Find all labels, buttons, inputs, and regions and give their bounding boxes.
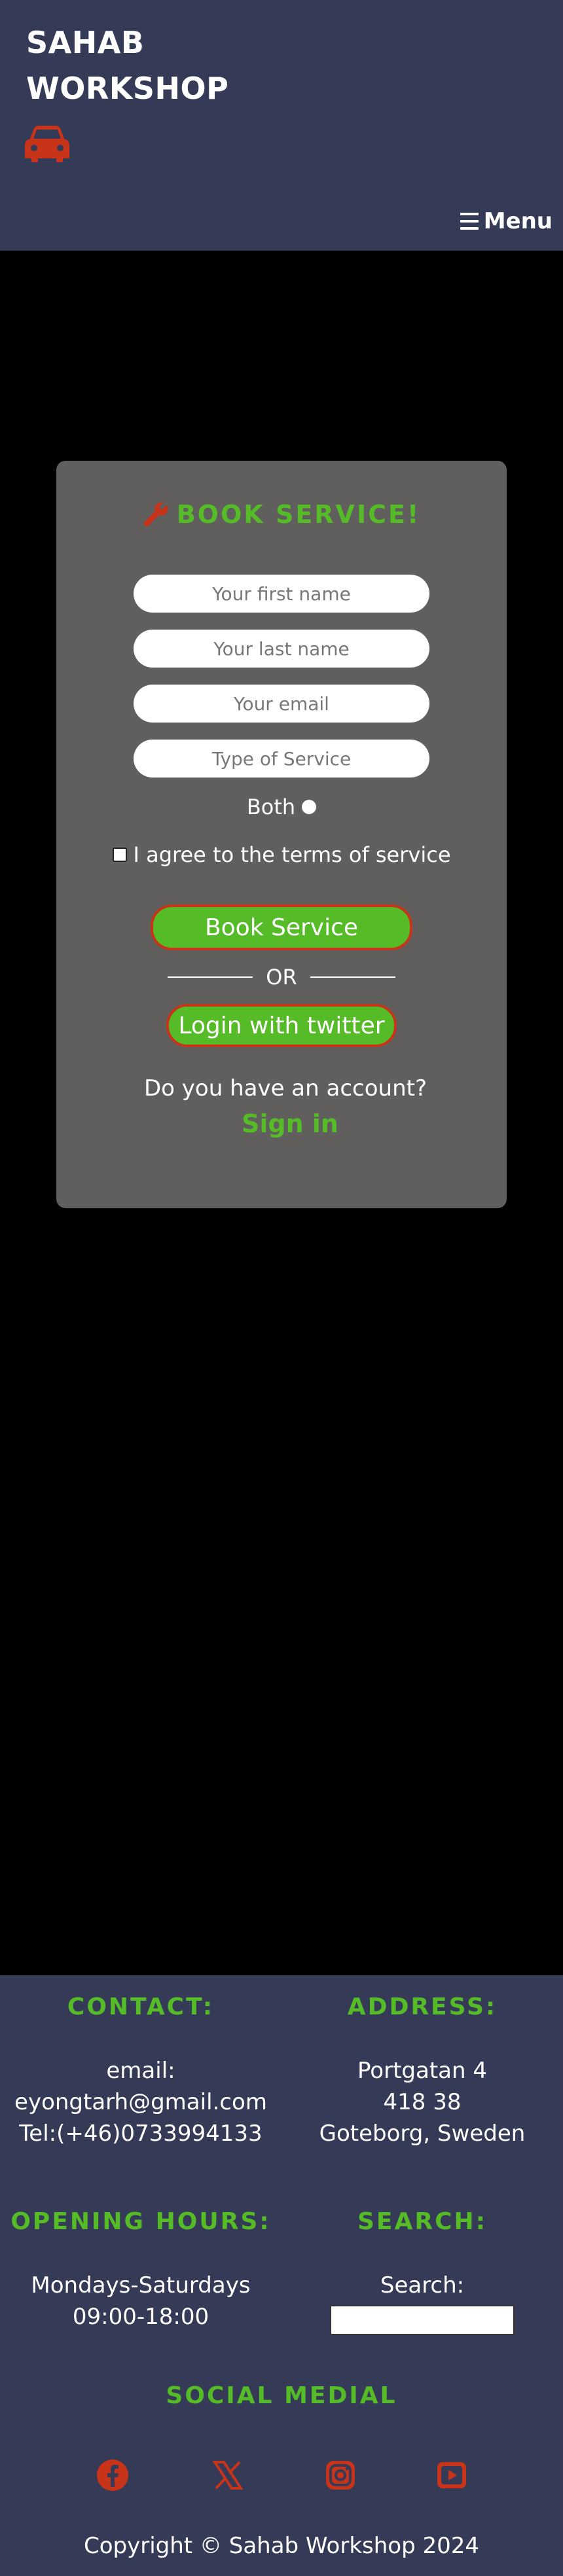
site-footer: CONTACT: email: eyongtarh@gmail.com Tel:… [0,1975,563,2576]
account-question: Do you have an account? [144,1075,427,1101]
social-heading: SOCIAL MEDIAL [166,2382,397,2409]
wrench-icon [143,502,168,527]
terms-label: I agree to the terms of service [133,842,451,867]
account-prompt: Do you have an account? Sign in [109,1071,462,1143]
brand-name[interactable]: SAHAB WORKSHOP [26,20,228,111]
booking-card: BOOK SERVICE! Both I agree to the terms … [56,461,507,1208]
x-twitter-icon[interactable] [211,2458,245,2492]
service-type-field[interactable] [134,740,429,778]
address-city: Goteborg, Sweden [319,2120,526,2147]
search-input[interactable] [330,2305,515,2335]
contact-heading: CONTACT: [67,1994,215,2020]
search-heading: SEARCH: [357,2208,488,2235]
address-street: Portgatan 4 [357,2058,487,2084]
menu-button[interactable]: Menu [460,208,553,234]
divider-line-right [310,976,395,978]
search-label: Search: [380,2272,465,2299]
copyright-text: Copyright © Sahab Workshop 2024 [83,2533,479,2559]
instagram-icon[interactable] [323,2458,357,2492]
last-name-field[interactable] [134,630,429,668]
hamburger-icon [460,213,479,230]
terms-row: I agree to the terms of service [56,842,507,867]
contact-email[interactable]: eyongtarh@gmail.com [0,2086,282,2118]
facebook-icon[interactable] [96,2458,130,2492]
both-radio[interactable] [302,800,317,814]
car-icon [25,126,69,162]
site-header: SAHAB WORKSHOP Menu [0,0,563,251]
terms-checkbox[interactable] [112,848,127,862]
opening-days: Mondays-Saturdays [31,2272,251,2299]
opening-hours-info: Mondays-Saturdays 09:00-18:00 [0,2270,282,2333]
email-field[interactable] [134,685,429,723]
opening-time: 09:00-18:00 [72,2304,209,2330]
brand-line-2: WORKSHOP [26,71,229,106]
address-info: Portgatan 4 418 38 Goteborg, Sweden [282,2055,563,2149]
or-label: OR [266,965,297,990]
both-radio-row: Both [56,795,507,819]
or-divider: OR [56,965,507,990]
opening-hours-heading: OPENING HOURS: [10,2208,271,2235]
sign-in-link[interactable]: Sign in [242,1109,338,1138]
booking-title: BOOK SERVICE! [56,500,507,529]
booking-title-text: BOOK SERVICE! [176,500,421,529]
contact-phone[interactable]: Tel:(+46)0733994133 [0,2118,282,2149]
address-heading: ADDRESS: [347,1994,498,2020]
book-service-button[interactable]: Book Service [151,904,412,950]
address-postal: 418 38 [383,2089,462,2115]
first-name-field[interactable] [134,575,429,613]
twitter-login-button[interactable]: Login with twitter [166,1004,397,1047]
youtube-icon[interactable] [435,2458,469,2492]
menu-label: Menu [483,208,553,234]
both-radio-label: Both [246,795,296,819]
divider-line-left [168,976,253,978]
contact-email-label: email: [106,2058,175,2084]
brand-line-1: SAHAB [26,25,145,60]
contact-info: email: eyongtarh@gmail.com Tel:(+46)0733… [0,2055,282,2149]
